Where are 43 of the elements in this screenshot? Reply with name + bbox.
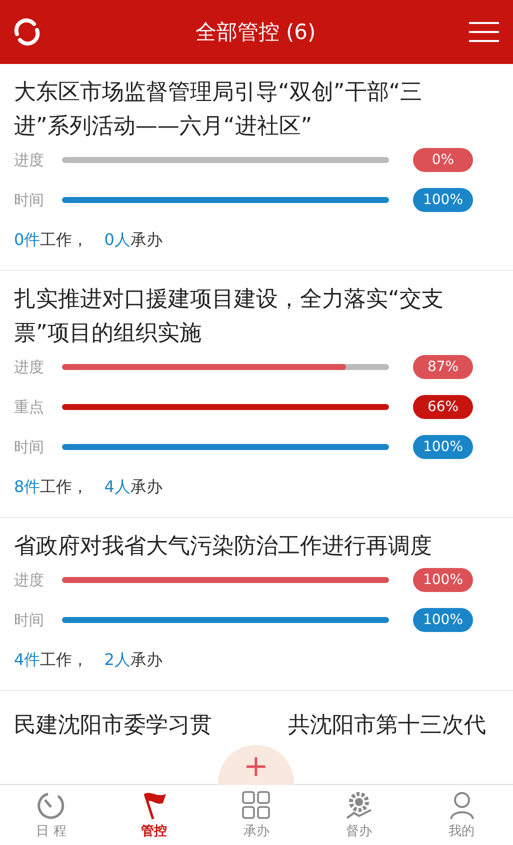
logo-icon xyxy=(12,17,42,47)
tab-item[interactable]: 我的 xyxy=(410,785,513,845)
task-title-end[interactable]: 共沈阳市第十三次代 xyxy=(288,709,486,743)
metric-label: 时间 xyxy=(14,610,45,630)
tab-item[interactable]: 承办 xyxy=(205,785,308,845)
work-count: 4件 xyxy=(14,650,40,670)
work-count: 8件 xyxy=(14,476,40,498)
work-count: 0件 xyxy=(14,230,40,250)
work-label: 工作， xyxy=(40,476,88,498)
add-button[interactable]: + xyxy=(218,745,294,785)
people-count: 0人 xyxy=(104,230,130,250)
task-title-start[interactable]: 民建沈阳市委学习贯 xyxy=(14,709,212,743)
task-title[interactable]: 扎实推进对口援建项目建设，全力落实“交支票”项目的组织实施 xyxy=(14,283,473,351)
people-label: 承办 xyxy=(130,230,162,250)
grid-icon xyxy=(241,790,272,820)
tab-item[interactable]: 管控 xyxy=(102,785,206,845)
page-title: 全部管控 (6) xyxy=(195,19,316,46)
percent-badge: 66% xyxy=(413,395,473,419)
people-count: 2人 xyxy=(104,650,130,670)
work-label: 工作， xyxy=(40,230,88,250)
metric-label: 进度 xyxy=(14,570,45,590)
gear-chart-icon xyxy=(344,790,374,820)
task-title[interactable]: 省政府对我省大气污染防治工作进行再调度 xyxy=(14,530,473,564)
tab-item[interactable]: 督办 xyxy=(308,785,410,845)
tab-item[interactable]: 日 程 xyxy=(0,785,103,845)
metric-label: 进度 xyxy=(14,358,45,376)
metric-label: 时间 xyxy=(14,190,45,210)
percent-badge: 0% xyxy=(413,148,473,172)
metric-label: 进度 xyxy=(14,150,45,170)
stopwatch-icon xyxy=(36,790,66,820)
percent-badge: 100% xyxy=(413,435,473,459)
percent-badge: 100% xyxy=(413,568,473,592)
people-label: 承办 xyxy=(130,650,162,670)
metric-label: 重点 xyxy=(14,398,45,416)
people-label: 承办 xyxy=(130,476,162,498)
percent-badge: 87% xyxy=(413,355,473,379)
metric-label: 时间 xyxy=(14,438,45,456)
people-count: 4人 xyxy=(104,476,130,498)
percent-badge: 100% xyxy=(413,608,473,632)
work-label: 工作， xyxy=(40,650,88,670)
menu-icon[interactable] xyxy=(468,21,499,43)
percent-badge: 100% xyxy=(413,188,473,212)
task-title[interactable]: 大东区市场监督管理局引导“双创”干部“三进”系列活动——六月“进社区” xyxy=(14,76,473,144)
